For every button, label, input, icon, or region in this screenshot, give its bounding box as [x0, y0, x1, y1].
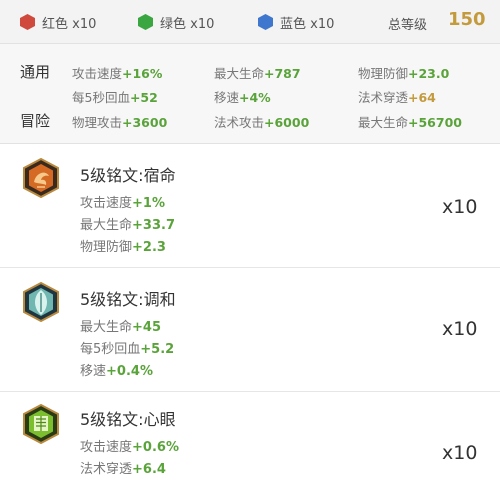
insight-rune-icon [23, 404, 59, 444]
green-hexagon-icon [138, 14, 153, 30]
stat-item: 每5秒回血+52 [72, 90, 158, 105]
rune-name: 5级铭文:心眼 [80, 410, 176, 429]
rune-card-harmony[interactable]: 5级铭文:调和 最大生命+45 每5秒回血+5.2 移速+0.4% x10 [0, 268, 500, 392]
rune-attr: 每5秒回血+5.2 [80, 342, 175, 357]
rune-attr: 物理防御+2.3 [80, 240, 166, 255]
rune-count: x10 [442, 442, 478, 464]
rune-attr: 移速+0.4% [80, 364, 153, 379]
stat-item: 攻击速度+16% [72, 66, 163, 81]
rune-name: 5级铭文:调和 [80, 290, 176, 309]
rune-card-destiny[interactable]: 5级铭文:宿命 攻击速度+1% 最大生命+33.7 物理防御+2.3 x10 [0, 144, 500, 268]
rune-attr: 最大生命+45 [80, 320, 161, 335]
harmony-rune-icon [23, 282, 59, 322]
rune-card-insight[interactable]: 5级铭文:心眼 攻击速度+0.6% 法术穿透+6.4 x10 [0, 392, 500, 500]
stat-item: 移速+4% [214, 90, 271, 105]
destiny-rune-icon [23, 158, 59, 198]
red-gem-count: 红色 x10 [20, 13, 96, 32]
gem-summary-bar: 红色 x10 绿色 x10 蓝色 x10 总等级 150 [0, 0, 500, 44]
rune-count: x10 [442, 318, 478, 340]
stat-item: 物理防御+23.0 [358, 66, 450, 81]
rune-attr: 攻击速度+1% [80, 196, 165, 211]
blue-hexagon-icon [258, 14, 273, 30]
stat-item: 法术攻击+6000 [214, 115, 310, 130]
total-level-label: 总等级 [388, 18, 428, 33]
stats-summary: 通用 冒险 攻击速度+16% 最大生命+787 物理防御+23.0 每5秒回血+… [0, 44, 500, 144]
rune-attr: 攻击速度+0.6% [80, 440, 179, 455]
stat-item: 最大生命+787 [214, 66, 301, 81]
blue-gem-count: 蓝色 x10 [258, 13, 334, 32]
stat-item: 最大生命+56700 [358, 115, 462, 130]
rune-count: x10 [442, 196, 478, 218]
rune-attr: 法术穿透+6.4 [80, 462, 166, 477]
stat-item: 物理攻击+3600 [72, 115, 168, 130]
adventure-section-label: 冒险 [20, 112, 51, 130]
stat-item: 法术穿透+64 [358, 90, 436, 105]
rune-attr: 最大生命+33.7 [80, 218, 175, 233]
green-gem-count: 绿色 x10 [138, 13, 214, 32]
red-hexagon-icon [20, 14, 35, 30]
total-level-value: 150 [448, 9, 486, 30]
general-section-label: 通用 [20, 63, 51, 81]
rune-name: 5级铭文:宿命 [80, 166, 176, 185]
